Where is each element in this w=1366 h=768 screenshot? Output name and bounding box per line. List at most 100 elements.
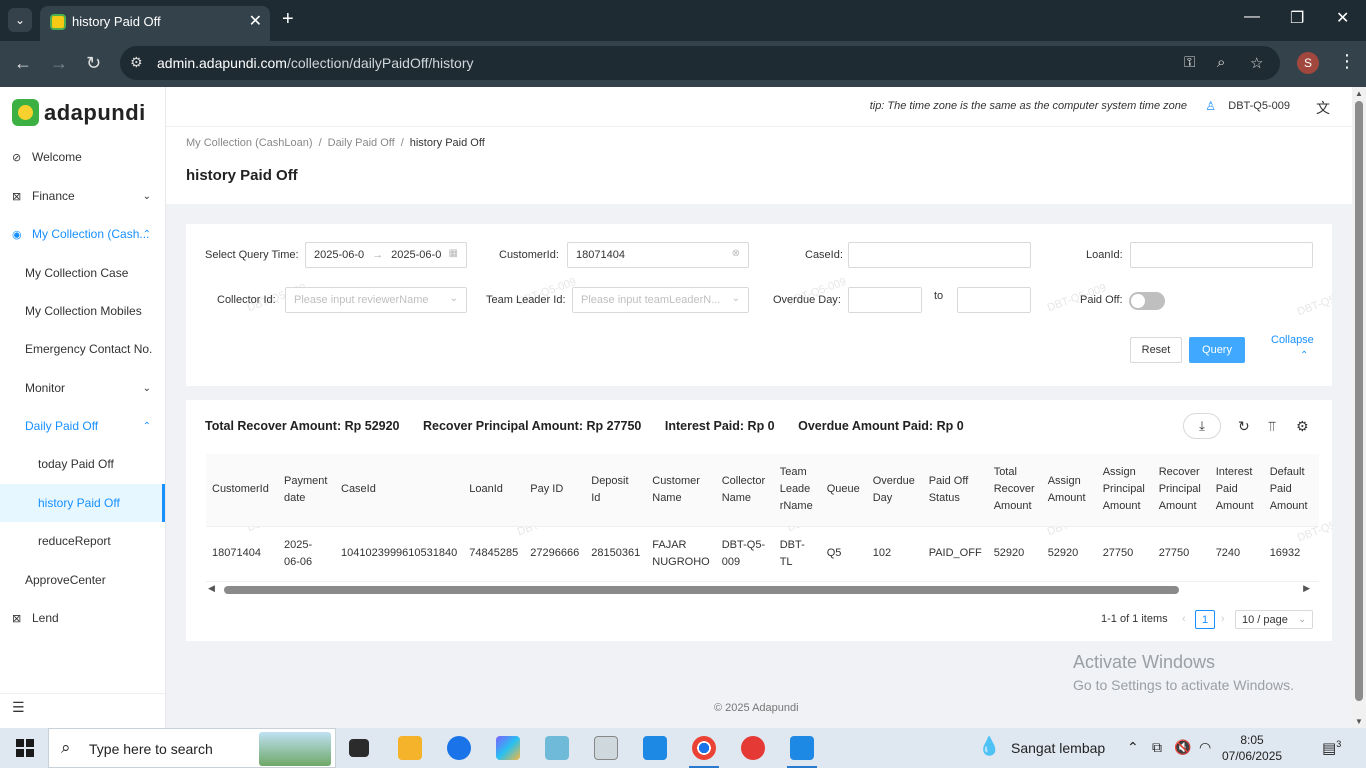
reset-button[interactable]: Reset: [1130, 337, 1182, 363]
scroll-left-icon[interactable]: ◀: [208, 583, 215, 594]
site-info-icon[interactable]: ⚙: [130, 54, 143, 71]
minimize-icon[interactable]: —: [1244, 8, 1260, 26]
column-header[interactable]: LoanId: [463, 454, 525, 527]
customer-id-input[interactable]: 18071404 ⊗: [567, 242, 749, 268]
overdue-day-from-input[interactable]: [848, 287, 922, 313]
profile-avatar[interactable]: S: [1297, 52, 1319, 74]
settings-icon[interactable]: ⚙: [1296, 418, 1309, 435]
file-explorer-icon[interactable]: [398, 736, 422, 760]
query-button[interactable]: Query: [1189, 337, 1245, 363]
notifications-icon[interactable]: ▤3: [1322, 739, 1341, 757]
back-icon[interactable]: ←: [14, 53, 32, 74]
bookmark-star-icon[interactable]: ☆: [1250, 54, 1263, 72]
wps-office-icon[interactable]: [741, 736, 765, 760]
zoom-icon[interactable]: ⌕: [1217, 54, 1225, 71]
sidebar-item-approve-center[interactable]: ApproveCenter: [0, 561, 165, 599]
paid-off-toggle[interactable]: [1129, 292, 1165, 310]
column-header[interactable]: Assign Amount: [1041, 454, 1097, 527]
scroll-right-icon[interactable]: ▶: [1303, 583, 1310, 594]
weather-icon[interactable]: 💧: [978, 736, 1000, 757]
collapse-link[interactable]: Collapse: [1271, 334, 1314, 346]
column-header[interactable]: Paid Off Status: [922, 454, 988, 527]
restore-icon[interactable]: ❐: [1290, 8, 1304, 28]
browser-menu-icon[interactable]: ⋮: [1338, 51, 1356, 72]
column-header[interactable]: Collector Name: [715, 454, 774, 527]
horizontal-scrollbar[interactable]: ◀ ▶: [206, 583, 1312, 597]
tab-close-icon[interactable]: ✕: [249, 11, 262, 31]
menu-fold-icon[interactable]: ☰: [12, 699, 25, 716]
pagination-next-icon[interactable]: ›: [1221, 613, 1225, 625]
case-id-input[interactable]: [848, 242, 1031, 268]
column-header[interactable]: Recover Principal Amount: [1152, 454, 1210, 527]
app-logo[interactable]: adapundi: [12, 99, 146, 126]
column-header[interactable]: Default Paid Amount: [1263, 454, 1319, 527]
column-header[interactable]: Customer Name: [646, 454, 716, 527]
column-header[interactable]: Payment date: [278, 454, 335, 527]
column-header[interactable]: Team Leade rName: [773, 454, 821, 527]
scroll-up-icon[interactable]: ▲: [1355, 89, 1363, 98]
user-name[interactable]: DBT-Q5-009: [1228, 100, 1290, 112]
column-header[interactable]: Queue: [820, 454, 867, 527]
chrome-icon[interactable]: [692, 736, 716, 760]
sidebar-item-my-collection-mobiles[interactable]: My Collection Mobiles: [0, 292, 165, 330]
network-device-icon[interactable]: ⧉: [1152, 739, 1162, 756]
sidebar-item-today-paid-off[interactable]: today Paid Off: [0, 445, 165, 483]
refresh-icon[interactable]: ↻: [1238, 418, 1250, 435]
table-row[interactable]: 18071404 2025- 06-06 1041023999610531840 748…: [206, 526, 1319, 582]
forward-icon[interactable]: →: [50, 53, 68, 74]
column-header[interactable]: Interest Paid Amount: [1209, 454, 1264, 527]
query-time-start[interactable]: 2025-06-0: [314, 249, 364, 261]
password-key-icon[interactable]: ⚿: [1184, 54, 1195, 71]
weather-text[interactable]: Sangat lembap: [1011, 740, 1105, 756]
wifi-icon[interactable]: ◠: [1199, 739, 1211, 756]
page-size-select[interactable]: 10 / page ⌄: [1235, 610, 1313, 629]
sidebar-item-my-collection[interactable]: ◉ My Collection (Cash... ⌃: [0, 215, 165, 253]
window-close-icon[interactable]: ✕: [1336, 8, 1349, 28]
remote-desktop-icon[interactable]: [790, 736, 814, 760]
query-time-end[interactable]: 2025-06-0: [391, 249, 441, 261]
volume-muted-icon[interactable]: 🔇: [1174, 739, 1191, 756]
task-view-icon[interactable]: [349, 739, 369, 757]
sidebar-item-daily-paid-off[interactable]: Daily Paid Off ⌃: [0, 407, 165, 445]
clock[interactable]: 8:05 07/06/2025: [1222, 732, 1282, 764]
scroll-down-icon[interactable]: ▼: [1355, 717, 1363, 726]
app-icon[interactable]: [643, 736, 667, 760]
scrollbar-thumb[interactable]: [224, 586, 1179, 594]
new-tab-button[interactable]: +: [282, 8, 294, 31]
column-header[interactable]: CustomerId: [206, 454, 278, 527]
sidebar-item-monitor[interactable]: Monitor ⌄: [0, 369, 165, 407]
sidebar-item-finance[interactable]: ⊠ Finance ⌄: [0, 177, 165, 215]
sidebar-item-history-paid-off[interactable]: history Paid Off: [0, 484, 165, 522]
reload-icon[interactable]: ↻: [86, 53, 101, 74]
sidebar-item-reduce-report[interactable]: reduceReport: [0, 522, 165, 560]
collector-id-select[interactable]: Please input reviewerName ⌄: [285, 287, 467, 313]
phone-link-icon[interactable]: [447, 736, 471, 760]
column-header[interactable]: Deposit Id: [585, 454, 647, 527]
browser-tab[interactable]: history Paid Off ✕: [40, 6, 270, 41]
calculator-icon[interactable]: [594, 736, 618, 760]
address-bar[interactable]: ⚙ admin.adapundi.com/collection/dailyPai…: [120, 46, 1280, 80]
column-header[interactable]: Overdue Day: [866, 454, 923, 527]
sidebar-item-welcome[interactable]: ⊘ Welcome: [0, 138, 165, 176]
sidebar-item-emergency-contact[interactable]: Emergency Contact No.: [0, 330, 165, 368]
translate-icon[interactable]: 文: [1316, 98, 1330, 118]
download-button[interactable]: ⤓: [1183, 413, 1221, 439]
windows-start-icon[interactable]: [16, 739, 34, 757]
loan-id-input[interactable]: [1130, 242, 1313, 268]
column-header[interactable]: Total Recover Amount: [987, 454, 1042, 527]
pagination-page[interactable]: 1: [1195, 610, 1215, 629]
copilot-icon[interactable]: [496, 736, 520, 760]
taskbar-search[interactable]: ⌕ Type here to search: [48, 728, 336, 768]
query-time-range-picker[interactable]: 2025-06-0 → 2025-06-0 ▦: [305, 242, 467, 268]
tray-chevron-icon[interactable]: ⌃: [1127, 739, 1139, 756]
pagination-prev-icon[interactable]: ‹: [1182, 613, 1186, 625]
breadcrumb-item[interactable]: Daily Paid Off: [328, 137, 395, 149]
density-icon[interactable]: ⫪: [1268, 418, 1276, 435]
column-header[interactable]: Assign Principal Amount: [1096, 454, 1153, 527]
overdue-day-to-input[interactable]: [957, 287, 1031, 313]
column-header[interactable]: CaseId: [335, 454, 464, 527]
breadcrumb-item[interactable]: My Collection (CashLoan): [186, 137, 313, 149]
sidebar-item-my-collection-case[interactable]: My Collection Case: [0, 254, 165, 292]
clear-icon[interactable]: ⊗: [732, 248, 740, 259]
app-icon[interactable]: [545, 736, 569, 760]
